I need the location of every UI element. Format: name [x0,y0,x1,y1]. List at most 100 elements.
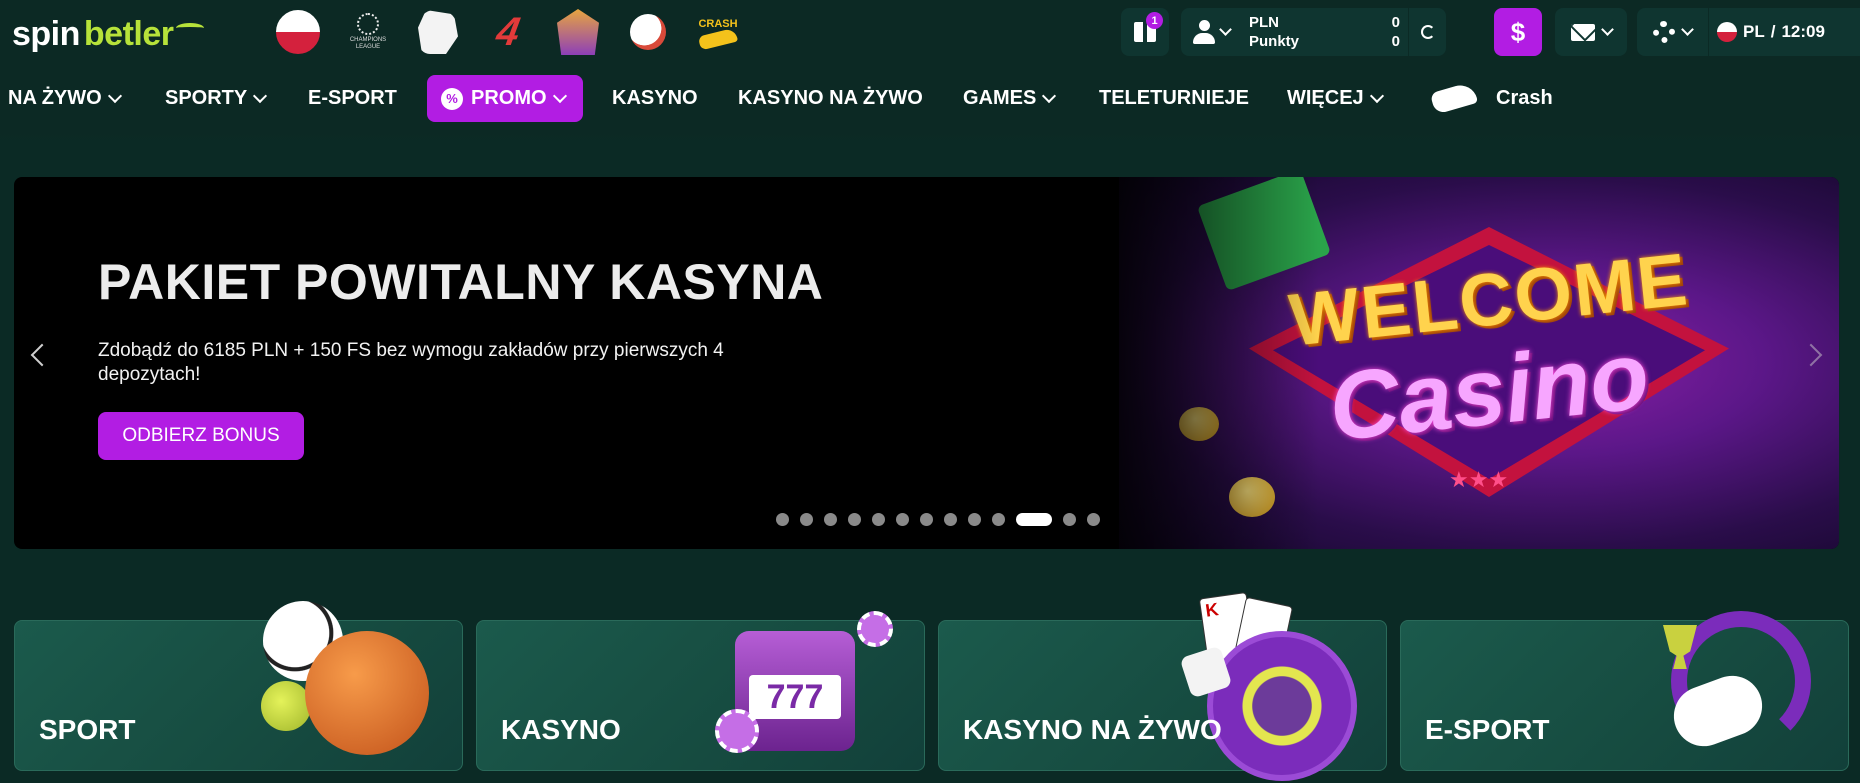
nav-live-label: NA ŻYWO [8,86,102,109]
games-crown-icon [557,9,599,55]
spinbetler-logo[interactable]: spin betler [12,14,204,54]
chevron-down-icon [1042,88,1057,103]
casino-chip-icon [857,611,893,647]
percent-badge-icon: % [441,87,463,110]
time-separator: / [1770,22,1776,41]
nav-casino[interactable]: KASYNO [612,66,698,130]
nav-live-casino[interactable]: KASYNO NA ŻYWO [738,66,923,130]
games-badge-link[interactable] [552,6,604,58]
category-card-casino[interactable]: 777 KASYNO [476,611,925,771]
crash-plane-icon [697,27,739,51]
basketball-icon [305,631,429,755]
nav-divider [0,130,1860,144]
casino-chip-icon [715,709,759,753]
main-navigation: NA ŻYWO SPORTY E-SPORT % PROMO KASYNO KA… [0,66,1860,130]
account-panel: PLN 0 Punkty 0 [1181,8,1446,56]
currency-label: PLN [1249,14,1279,31]
crash-logo-text: CRASH [698,18,738,30]
quick-links: CHAMPIONS LEAGUE 4 CRASH [272,6,744,58]
banner-subtitle: Zdobądź do 6185 PLN + 150 FS bez wymogu … [98,340,724,385]
carousel-prev-arrow[interactable] [30,343,54,367]
roulette-wheel-icon [1207,631,1357,781]
carousel-pagination [776,513,1100,526]
deposit-button[interactable]: $ [1494,8,1542,56]
nav-promo[interactable]: % PROMO [427,75,583,122]
carousel-dot[interactable] [824,513,837,526]
user-menu-button[interactable] [1181,20,1241,44]
carousel-dot[interactable] [992,513,1005,526]
carousel-dot[interactable] [968,513,981,526]
champions-league-link[interactable]: CHAMPIONS LEAGUE [342,6,394,58]
logo-swoosh-icon [175,23,204,33]
chevron-down-icon [107,88,122,103]
carousel-dot[interactable] [776,513,789,526]
nav-esport-label: E-SPORT [308,86,397,109]
category-card-esport[interactable]: E-SPORT [1400,611,1849,771]
carousel-dot[interactable] [1087,513,1100,526]
user-icon [1192,20,1215,44]
chevron-down-icon [1600,23,1614,36]
carousel-dot[interactable] [1063,513,1076,526]
champions-league-icon: CHAMPIONS LEAGUE [345,9,391,55]
chevron-down-icon [1369,88,1384,103]
claim-bonus-button[interactable]: ODBIERZ BONUS [98,412,304,460]
settings-button[interactable] [1637,8,1709,56]
chicken-game-link[interactable] [622,6,674,58]
champions-league-label: CHAMPIONS LEAGUE [349,37,387,50]
stars-icon: ★★★ [1449,467,1509,492]
messages-button[interactable] [1555,8,1627,56]
carousel-dot[interactable] [944,513,957,526]
chevron-down-icon [1218,23,1232,36]
nav-casino-label: KASYNO [612,86,698,109]
nav-live[interactable]: NA ŻYWO [8,66,122,130]
nav-live-casino-label: KASYNO NA ŻYWO [738,86,923,109]
tennis-ball-icon [261,681,311,731]
category-card-live-casino[interactable]: K KASYNO NA ŻYWO [938,591,1387,781]
carousel-dot[interactable] [848,513,861,526]
chevron-down-icon [1681,23,1694,36]
nav-game-shows-label: TELETURNIEJE [1099,86,1250,109]
premier-league-lion-icon [418,10,458,54]
category-cards: SPORT 777 KASYNO K KASYNO NA ŻYWO E-SPOR… [14,591,1860,783]
carousel-dot[interactable] [872,513,885,526]
carousel-dot[interactable] [896,513,909,526]
poland-flag-icon [274,8,322,56]
crash-logo-icon: CRASH [697,18,739,51]
gift-button[interactable]: 1 [1121,8,1169,56]
language-selector[interactable]: PL / 12:09 [1709,22,1860,42]
carousel-dot[interactable] [920,513,933,526]
nav-promo-label: PROMO [471,87,547,109]
nav-more-label: WIĘCEJ [1287,86,1364,109]
nav-sports-label: SPORTY [165,86,248,109]
nav-games[interactable]: GAMES [963,66,1057,130]
language-code: PL [1743,22,1765,41]
gear-icon [1653,21,1675,43]
slot-reels: 777 [749,675,841,719]
top-bar: spin betler CHAMPIONS LEAGUE 4 CRASH 1 P… [0,0,1860,66]
category-label: E-SPORT [1425,714,1550,745]
category-card-sport[interactable]: SPORT [14,601,463,771]
logo-text-spin: spin [12,14,80,53]
banner-gradient [1079,177,1319,549]
laliga-icon: 4 [493,9,524,54]
refresh-balance-button[interactable] [1408,8,1446,56]
starball-icon [357,13,379,35]
laliga-link[interactable]: 4 [482,6,534,58]
nav-crash[interactable]: Crash [1429,66,1553,130]
carousel-dot[interactable] [1016,513,1052,526]
nav-more[interactable]: WIĘCEJ [1287,66,1384,130]
premier-league-link[interactable] [412,6,464,58]
refresh-icon [1420,25,1435,39]
nav-game-shows[interactable]: TELETURNIEJE [1099,66,1249,130]
carousel-dot[interactable] [800,513,813,526]
category-label: KASYNO [501,714,621,745]
nav-sports[interactable]: SPORTY [165,66,268,130]
chevron-down-icon [552,88,567,104]
crash-game-link[interactable]: CRASH [692,6,744,58]
points-label: Punkty [1249,33,1300,50]
poland-flag-link[interactable] [272,6,324,58]
category-label: KASYNO NA ŻYWO [963,714,1222,745]
chevron-down-icon [253,88,268,103]
nav-esport[interactable]: E-SPORT [308,66,397,130]
crash-plane-icon [1429,81,1479,115]
